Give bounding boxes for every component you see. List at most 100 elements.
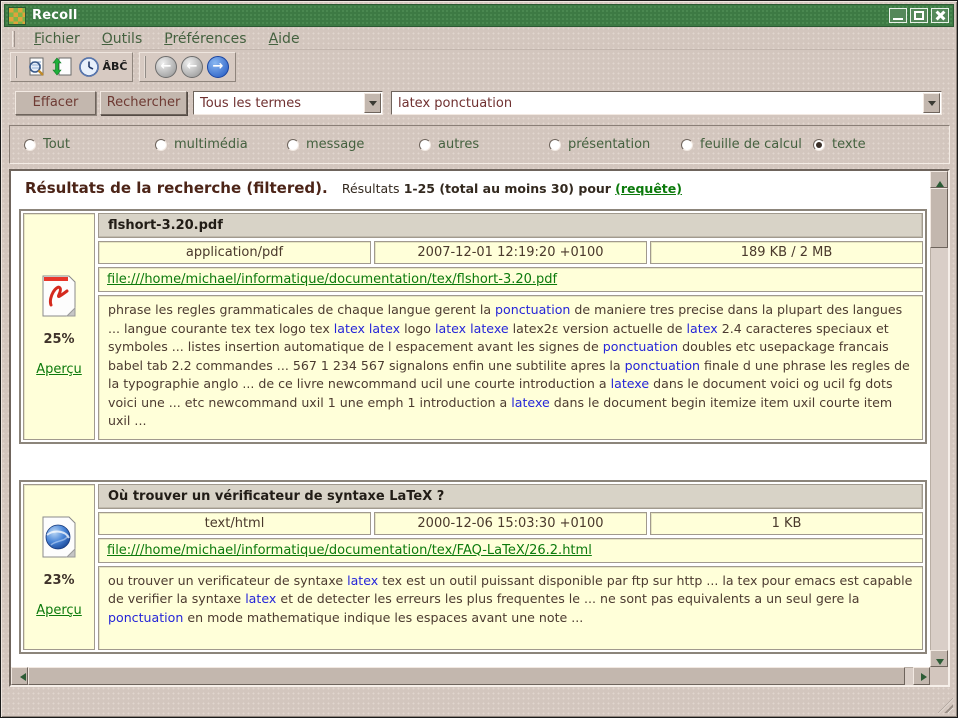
window-title: Recoll: [32, 8, 78, 23]
results-title: Résultats de la recherche (filtered).: [25, 179, 328, 197]
scroll-right-button[interactable]: [913, 667, 930, 685]
result-item: 25% Aperçu flshort-3.20.pdf application/…: [19, 209, 927, 444]
results-frame: Résultats de la recherche (filtered). Ré…: [9, 169, 950, 687]
query-link[interactable]: (requête): [615, 181, 682, 196]
menu-bar: Fichier Outils Préférences Aide: [4, 28, 954, 50]
filter-autres[interactable]: autres: [419, 137, 479, 152]
radio-icon: [155, 139, 167, 151]
result-date: 2007-12-01 12:19:20 +0100: [374, 241, 647, 264]
vertical-scrollbar-thumb[interactable]: [930, 188, 948, 248]
pdf-document-icon[interactable]: [41, 275, 77, 317]
horizontal-scrollbar-thumb[interactable]: [28, 667, 905, 685]
result-date: 2000-12-06 15:03:30 +0100: [374, 512, 647, 535]
query-input[interactable]: [392, 96, 922, 111]
advanced-search-icon: [26, 56, 48, 78]
preview-link[interactable]: Aperçu: [36, 362, 82, 377]
search-mode-select[interactable]: Tous les termes: [193, 91, 383, 115]
recoll-window: Recoll Fichier Outils Préférences Aide: [0, 0, 958, 718]
maximize-button[interactable]: [910, 8, 928, 23]
radio-icon: [549, 139, 561, 151]
menu-preferences[interactable]: Préférences: [155, 29, 255, 49]
clear-button[interactable]: Effacer: [15, 91, 96, 115]
maximize-icon: [911, 9, 927, 22]
filter-presentation[interactable]: présentation: [549, 137, 650, 152]
title-bar[interactable]: Recoll: [4, 4, 954, 27]
sort-parameters-icon: [52, 56, 74, 78]
menubar-handle[interactable]: [12, 31, 15, 47]
app-icon: [8, 7, 26, 25]
html-document-icon[interactable]: [41, 516, 77, 558]
result-item: 23% Aperçu Où trouver un vérificateur de…: [19, 480, 927, 654]
term-explorer-icon: [78, 56, 100, 78]
result-meta-row: text/html 2000-12-06 15:03:30 +0100 1 KB: [98, 512, 923, 535]
sort-parameters-button[interactable]: [50, 54, 76, 80]
result-size: 1 KB: [650, 512, 923, 535]
results-summary-prefix: Résultats: [342, 181, 400, 196]
result-url-row: file:///home/michael/informatique/docume…: [98, 267, 923, 292]
result-url-link[interactable]: file:///home/michael/informatique/docume…: [107, 272, 557, 287]
filter-message[interactable]: message: [287, 137, 364, 152]
results-list: Résultats de la recherche (filtered). Ré…: [11, 171, 930, 667]
filter-multimedia[interactable]: multimédia: [155, 137, 248, 152]
scroll-left-button[interactable]: [11, 667, 28, 685]
advanced-search-button[interactable]: [24, 54, 50, 80]
result-snippet: ou trouver un verificateur de syntaxe la…: [98, 566, 923, 650]
result-mime: text/html: [98, 512, 371, 535]
radio-icon: [419, 139, 431, 151]
result-snippet: phrase les regles grammaticales de chaqu…: [98, 295, 923, 440]
prev-page-button[interactable]: [179, 54, 205, 80]
toolbar-group-tools: ÂBĈ: [10, 52, 133, 82]
menu-fichier[interactable]: Fichier: [25, 29, 89, 49]
close-icon: [932, 9, 948, 22]
first-page-icon: [155, 56, 177, 78]
filter-tout[interactable]: Tout: [24, 137, 70, 152]
query-combo: [391, 91, 942, 115]
result-meta-row: application/pdf 2007-12-01 12:19:20 +010…: [98, 241, 923, 264]
radio-icon: [813, 139, 825, 151]
menu-outils[interactable]: Outils: [93, 29, 151, 49]
spell-button[interactable]: ÂBĈ: [102, 54, 128, 80]
search-button[interactable]: Rechercher: [100, 91, 187, 115]
result-mime: application/pdf: [98, 241, 371, 264]
category-filter-panel: Tout multimédia message autres présentat…: [9, 125, 950, 164]
horizontal-scrollbar[interactable]: [11, 667, 930, 685]
result-url-link[interactable]: file:///home/michael/informatique/docume…: [107, 543, 592, 558]
relevance-percent: 23%: [43, 573, 74, 588]
next-page-icon: [207, 56, 229, 78]
result-side-panel: 23% Aperçu: [23, 484, 95, 650]
search-row: Effacer Rechercher Tous les termes: [15, 91, 942, 115]
radio-icon: [24, 139, 36, 151]
next-page-button[interactable]: [205, 54, 231, 80]
toolbar-handle[interactable]: [15, 56, 19, 78]
result-url-row: file:///home/michael/informatique/docume…: [98, 538, 923, 563]
preview-link[interactable]: Aperçu: [36, 603, 82, 618]
chevron-down-icon[interactable]: [923, 93, 940, 113]
radio-icon: [287, 139, 299, 151]
result-size: 189 KB / 2 MB: [650, 241, 923, 264]
results-summary-count: 1-25 (total au moins 30) pour: [404, 181, 611, 196]
radio-icon: [681, 139, 693, 151]
minimize-button[interactable]: [889, 8, 907, 23]
toolbar-group-nav: [139, 52, 236, 82]
resize-grip[interactable]: [938, 698, 953, 713]
term-explorer-button[interactable]: [76, 54, 102, 80]
minimize-icon: [890, 9, 906, 22]
results-header: Résultats de la recherche (filtered). Ré…: [25, 179, 930, 197]
toolbar-handle-nav[interactable]: [144, 56, 148, 78]
scroll-down-button[interactable]: [930, 650, 948, 667]
close-button[interactable]: [931, 8, 949, 23]
vertical-scrollbar[interactable]: [930, 171, 948, 667]
results-gap: [17, 444, 930, 480]
scrollbar-corner: [930, 667, 948, 685]
chevron-down-icon[interactable]: [364, 93, 381, 113]
prev-page-icon: [181, 56, 203, 78]
filter-texte[interactable]: texte: [813, 137, 866, 152]
scroll-up-button[interactable]: [930, 171, 948, 188]
result-side-panel: 25% Aperçu: [23, 213, 95, 440]
first-page-button[interactable]: [153, 54, 179, 80]
filter-feuille-de-calcul[interactable]: feuille de calcul: [681, 137, 802, 152]
menu-aide[interactable]: Aide: [260, 29, 309, 49]
relevance-percent: 25%: [43, 332, 74, 347]
search-mode-value: Tous les termes: [194, 96, 363, 111]
result-title: flshort-3.20.pdf: [98, 213, 923, 238]
